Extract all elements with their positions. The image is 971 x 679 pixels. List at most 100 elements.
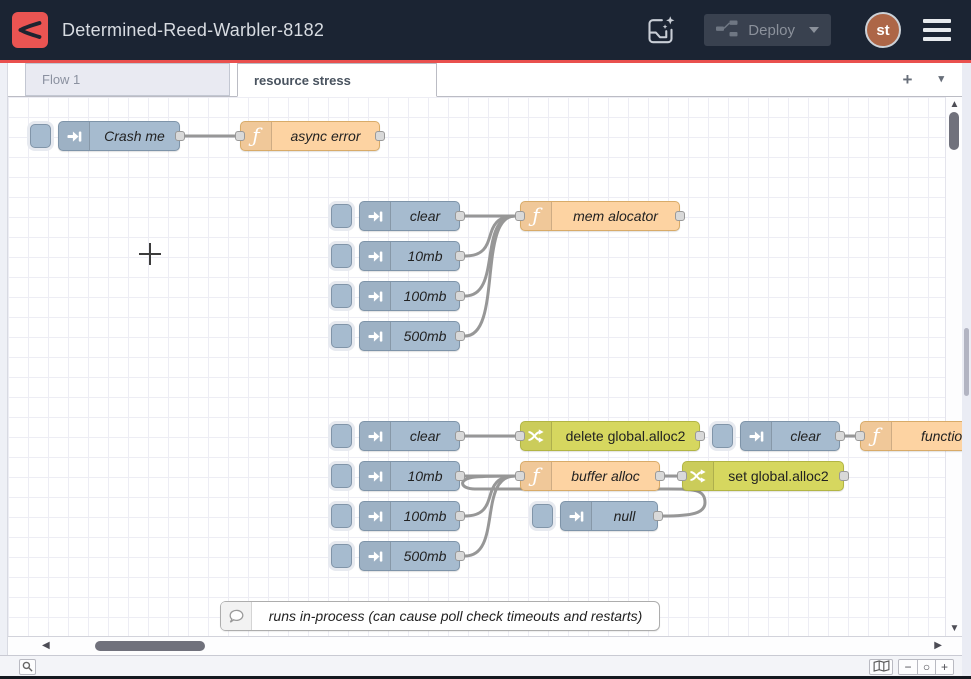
function-f-icon: ƒ: [241, 122, 272, 150]
output-port[interactable]: [695, 431, 705, 441]
inject-arrow-icon: [561, 502, 592, 530]
chevron-down-icon[interactable]: [809, 27, 819, 33]
output-port[interactable]: [655, 471, 665, 481]
inject-trigger-button[interactable]: [331, 284, 352, 308]
output-port[interactable]: [375, 131, 385, 141]
node-mem-alocator[interactable]: ƒmem alocator: [520, 201, 680, 231]
node-mb10-b[interactable]: 10mb: [359, 461, 460, 491]
zoom-reset-button[interactable]: ○: [917, 660, 935, 674]
inject-trigger-button[interactable]: [331, 464, 352, 488]
node-clear-a[interactable]: clear: [359, 201, 460, 231]
function-f-icon: ƒ: [521, 202, 552, 230]
input-port[interactable]: [855, 431, 865, 441]
output-port[interactable]: [675, 211, 685, 221]
browser-scrollbar[interactable]: [962, 63, 971, 676]
inject-trigger-button[interactable]: [532, 504, 553, 528]
node-label: mem alocator: [552, 202, 679, 230]
inject-arrow-icon: [360, 422, 391, 450]
node-clear-c[interactable]: clear: [740, 421, 840, 451]
tabbar-actions: + ▾: [899, 63, 948, 96]
output-port[interactable]: [175, 131, 185, 141]
inject-trigger-button[interactable]: [331, 204, 352, 228]
inject-arrow-icon: [360, 282, 391, 310]
output-port[interactable]: [455, 431, 465, 441]
flowfuse-logo-icon[interactable]: [12, 12, 48, 48]
node-delete-global-alloc2[interactable]: delete global.alloc2: [520, 421, 700, 451]
inject-trigger-button[interactable]: [331, 424, 352, 448]
node-function[interactable]: ƒfunction: [860, 421, 962, 451]
inject-trigger-button[interactable]: [712, 424, 733, 448]
zoom-in-button[interactable]: +: [935, 660, 953, 674]
node-label: delete global.alloc2: [552, 422, 699, 450]
horizontal-scroll-thumb[interactable]: [95, 641, 205, 651]
zoom-controls: − ○ +: [898, 659, 954, 675]
scroll-right-arrow-icon[interactable]: ▶: [934, 640, 942, 651]
avatar[interactable]: st: [865, 12, 901, 48]
node-mb100-b[interactable]: 100mb: [359, 501, 460, 531]
output-port[interactable]: [455, 291, 465, 301]
inject-arrow-icon: [59, 122, 90, 150]
wires-layer: [8, 97, 962, 636]
node-mb10-a[interactable]: 10mb: [359, 241, 460, 271]
node-mb500-b[interactable]: 500mb: [359, 541, 460, 571]
output-port[interactable]: [455, 471, 465, 481]
tab-flow-1[interactable]: Flow 1: [25, 63, 230, 96]
wire-mb10-a-to-mem-alocator: [465, 216, 515, 256]
output-port[interactable]: [455, 551, 465, 561]
hamburger-menu-icon[interactable]: [923, 19, 951, 41]
search-button[interactable]: [19, 659, 36, 675]
ai-flow-sparkle-icon[interactable]: [642, 12, 678, 48]
add-flow-button[interactable]: +: [899, 69, 917, 90]
node-set-global-alloc2[interactable]: set global.alloc2: [682, 461, 844, 491]
node-mb100-a[interactable]: 100mb: [359, 281, 460, 311]
navigator-button[interactable]: [869, 659, 893, 675]
browser-scroll-thumb[interactable]: [964, 328, 969, 396]
input-port[interactable]: [515, 471, 525, 481]
node-crash-me[interactable]: Crash me: [58, 121, 180, 151]
output-port[interactable]: [455, 211, 465, 221]
input-port[interactable]: [235, 131, 245, 141]
node-label: buffer alloc: [552, 462, 659, 490]
inject-trigger-button[interactable]: [331, 244, 352, 268]
input-port[interactable]: [677, 471, 687, 481]
vertical-scroll-thumb[interactable]: [949, 112, 959, 150]
output-port[interactable]: [455, 511, 465, 521]
flow-tabbar: Flow 1 resource stress + ▾: [8, 63, 962, 97]
flow-list-chevron-icon[interactable]: ▾: [934, 72, 948, 87]
canvas-vertical-scrollbar[interactable]: ▲ ▼: [945, 97, 962, 636]
footer-view-controls: − ○ +: [869, 659, 954, 675]
inject-arrow-icon: [741, 422, 772, 450]
node-label: clear: [391, 422, 459, 450]
node-comment[interactable]: runs in-process (can cause poll check ti…: [220, 601, 660, 631]
scroll-down-arrow-icon[interactable]: ▼: [946, 623, 962, 634]
scroll-up-arrow-icon[interactable]: ▲: [946, 99, 962, 110]
input-port[interactable]: [515, 431, 525, 441]
map-navigator-icon: [873, 660, 890, 675]
inject-trigger-button[interactable]: [331, 544, 352, 568]
output-port[interactable]: [455, 251, 465, 261]
node-buffer-alloc[interactable]: ƒbuffer alloc: [520, 461, 660, 491]
output-port[interactable]: [835, 431, 845, 441]
canvas-horizontal-scrollbar[interactable]: ◀ ▶: [8, 636, 962, 655]
inject-arrow-icon: [360, 202, 391, 230]
inject-trigger-button[interactable]: [30, 124, 51, 148]
deploy-button[interactable]: Deploy: [704, 14, 831, 46]
node-label: clear: [772, 422, 839, 450]
zoom-out-button[interactable]: −: [899, 660, 917, 674]
input-port[interactable]: [515, 211, 525, 221]
tab-resource-stress[interactable]: resource stress: [237, 63, 437, 97]
node-clear-b[interactable]: clear: [359, 421, 460, 451]
output-port[interactable]: [839, 471, 849, 481]
node-mb500-a[interactable]: 500mb: [359, 321, 460, 351]
output-port[interactable]: [653, 511, 663, 521]
wire-mb100-a-to-mem-alocator: [465, 216, 515, 296]
node-async-error[interactable]: ƒasync error: [240, 121, 380, 151]
scroll-left-arrow-icon[interactable]: ◀: [42, 640, 50, 651]
inject-arrow-icon: [360, 542, 391, 570]
flow-canvas[interactable]: ▲ ▼ Crash me ƒasync error clear 10mb 100mb 50…: [8, 97, 962, 636]
node-null-inject[interactable]: null: [560, 501, 658, 531]
output-port[interactable]: [455, 331, 465, 341]
inject-trigger-button[interactable]: [331, 504, 352, 528]
inject-trigger-button[interactable]: [331, 324, 352, 348]
deploy-nodes-icon: [716, 20, 738, 40]
